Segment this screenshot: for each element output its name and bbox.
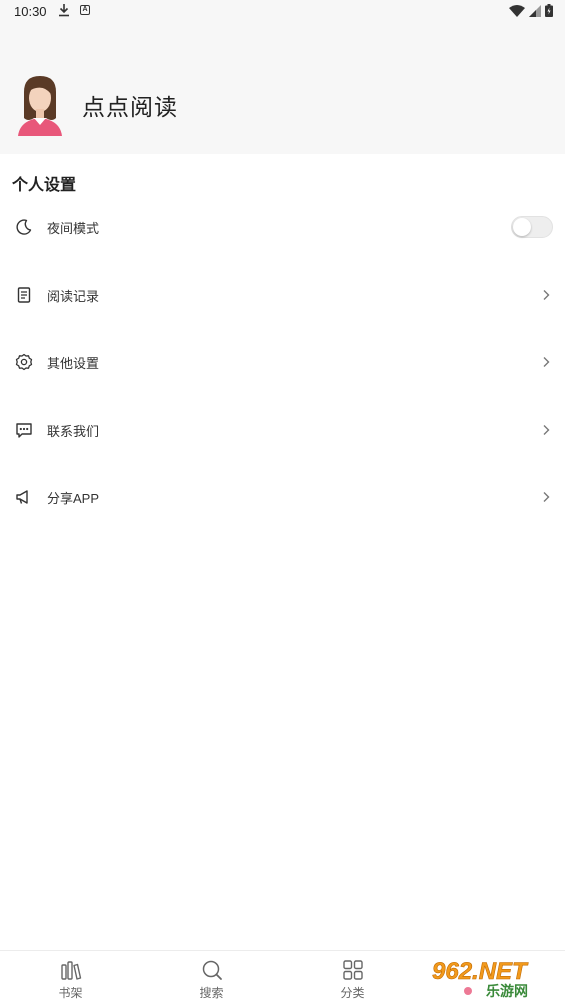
tab-label-bookshelf: 书架 bbox=[58, 986, 83, 1000]
profile-row[interactable]: 点点阅读 bbox=[12, 74, 178, 136]
megaphone-icon bbox=[16, 490, 28, 504]
watermark-logo: 962.NET 乐游网 bbox=[428, 955, 562, 999]
app-name: 点点阅读 bbox=[82, 94, 178, 120]
menu-item-share-app[interactable]: 分享APP bbox=[0, 477, 565, 517]
chevron-right-icon bbox=[543, 425, 550, 435]
menu-item-reading-history[interactable]: 阅读记录 bbox=[0, 275, 565, 315]
menu-label-contact-us: 联系我们 bbox=[47, 423, 100, 439]
menu-label-share-app: 分享APP bbox=[47, 490, 100, 506]
tab-search[interactable]: 搜索 bbox=[141, 951, 282, 1004]
menu-item-night-mode[interactable]: 夜间模式 bbox=[0, 207, 565, 247]
signal-icon bbox=[529, 4, 541, 17]
menu-label-reading-history: 阅读记录 bbox=[47, 288, 100, 304]
tab-label-search: 搜索 bbox=[199, 986, 224, 1000]
menu-item-contact-us[interactable]: 联系我们 bbox=[0, 410, 565, 450]
status-indicators bbox=[509, 4, 553, 17]
download-icon bbox=[59, 4, 69, 17]
section-title: 个人设置 bbox=[12, 177, 77, 194]
toggle-knob bbox=[513, 218, 531, 236]
menu-item-other-settings[interactable]: 其他设置 bbox=[0, 342, 565, 382]
chevron-right-icon bbox=[543, 290, 550, 300]
chevron-right-icon bbox=[543, 492, 550, 502]
battery-icon bbox=[545, 4, 553, 17]
avatar[interactable] bbox=[12, 74, 68, 136]
chevron-right-icon bbox=[543, 357, 550, 367]
menu-label-other-settings: 其他设置 bbox=[47, 355, 100, 371]
menu-label-night-mode: 夜间模式 bbox=[47, 220, 100, 236]
chat-icon bbox=[16, 423, 32, 438]
status-time: 10:30 bbox=[14, 4, 47, 19]
gear-icon bbox=[15, 353, 33, 371]
night-mode-toggle[interactable] bbox=[511, 216, 553, 238]
status-bar: 10:30 A bbox=[0, 0, 565, 24]
svg-text:乐游网: 乐游网 bbox=[486, 983, 528, 999]
profile-header: 10:30 A 点点阅读 bbox=[0, 0, 565, 154]
tab-bookshelf[interactable]: 书架 bbox=[0, 951, 141, 1004]
document-icon bbox=[17, 287, 31, 303]
tab-category[interactable]: 分类 bbox=[282, 951, 423, 1004]
notification-a-icon: A bbox=[80, 5, 90, 15]
tab-label-category: 分类 bbox=[340, 986, 365, 1000]
bookshelf-icon bbox=[61, 961, 82, 980]
svg-text:962.NET: 962.NET bbox=[432, 958, 529, 985]
search-icon bbox=[202, 960, 222, 980]
grid-icon bbox=[343, 960, 363, 980]
wifi-icon bbox=[509, 4, 525, 17]
moon-icon bbox=[16, 219, 32, 235]
